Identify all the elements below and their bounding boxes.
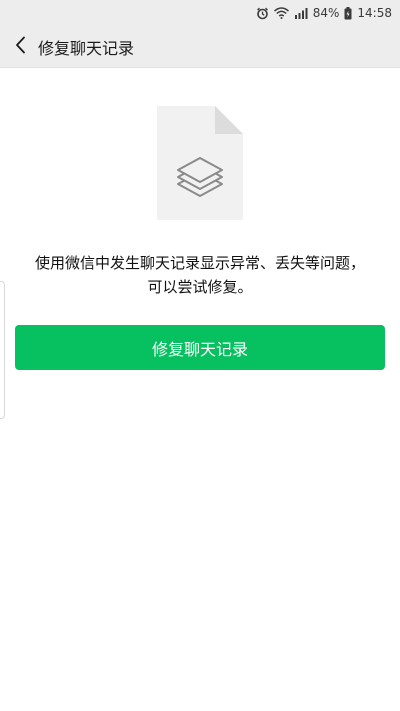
nav-bar: 修复聊天记录 bbox=[0, 26, 400, 68]
alarm-icon bbox=[256, 7, 269, 20]
clock: 14:58 bbox=[357, 6, 392, 20]
chevron-left-icon bbox=[14, 36, 26, 58]
repair-chat-history-button[interactable]: 修复聊天记录 bbox=[15, 325, 385, 370]
cellular-4g-icon bbox=[294, 7, 308, 19]
battery-icon bbox=[344, 6, 352, 20]
document-layers-icon bbox=[157, 106, 243, 224]
main-content: 使用微信中发生聊天记录显示异常、丢失等问题，可以尝试修复。 修复聊天记录 bbox=[0, 68, 400, 711]
battery-percent: 84% bbox=[312, 6, 340, 20]
description-text: 使用微信中发生聊天记录显示异常、丢失等问题，可以尝试修复。 bbox=[34, 254, 365, 296]
page-title: 修复聊天记录 bbox=[38, 38, 135, 58]
back-button[interactable] bbox=[2, 26, 38, 68]
edge-swipe-handle[interactable] bbox=[0, 281, 5, 419]
wifi-icon bbox=[273, 7, 289, 19]
status-bar: 84% 14:58 bbox=[0, 0, 400, 26]
